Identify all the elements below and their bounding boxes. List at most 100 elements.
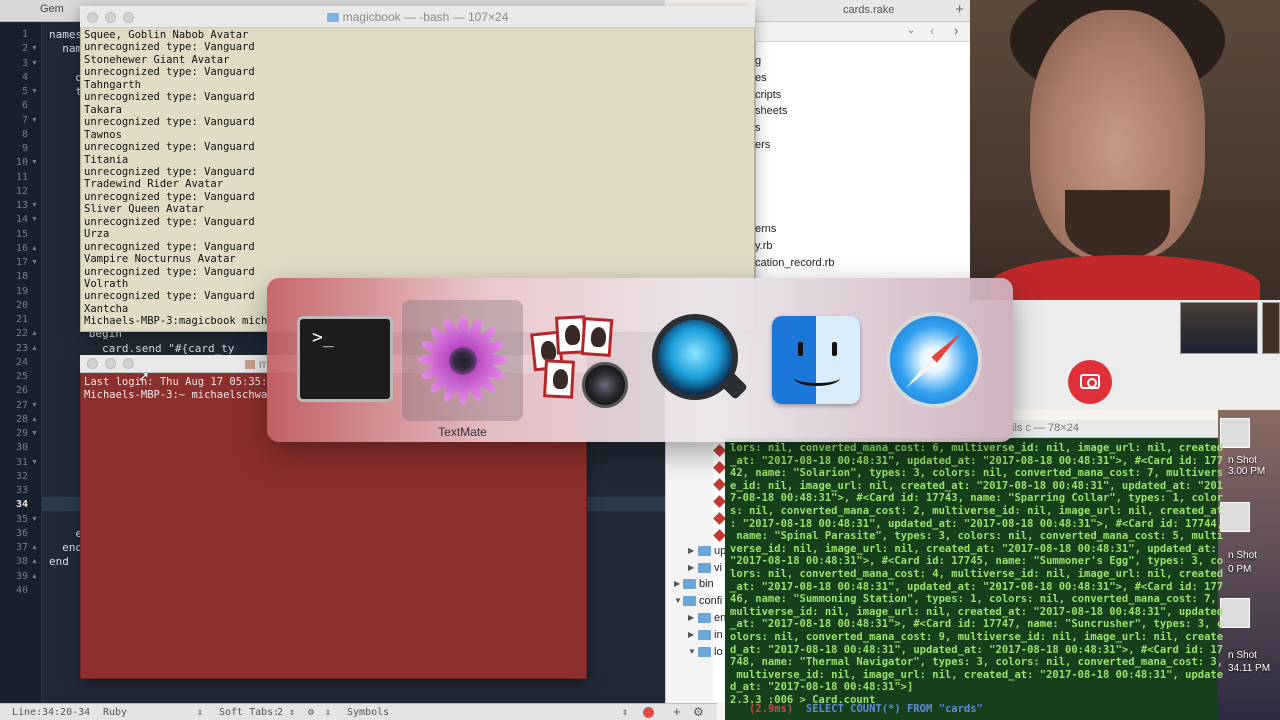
fold-down-icon[interactable]: ▼: [31, 516, 38, 523]
finder-item[interactable]: g: [755, 55, 761, 67]
forward-icon[interactable]: ›: [954, 23, 958, 38]
fold-down-icon[interactable]: ▼: [31, 216, 38, 223]
desktop-file-label[interactable]: n Shot: [1228, 455, 1257, 466]
chevron-right-icon[interactable]: ▶: [688, 630, 694, 639]
safari-icon[interactable]: [884, 310, 984, 410]
back-icon[interactable]: ‹: [930, 23, 934, 38]
desktop-file-label[interactable]: 34.11 PM: [1228, 663, 1270, 674]
fold-down-icon[interactable]: ▼: [31, 45, 38, 52]
finder-item[interactable]: ers: [755, 139, 770, 151]
chevron-updown-icon[interactable]: ⇕: [197, 707, 203, 718]
quicktime-icon[interactable]: [648, 310, 748, 410]
fold-down-icon[interactable]: ▼: [31, 117, 38, 124]
language-selector[interactable]: Ruby: [103, 707, 127, 718]
chevron-right-icon[interactable]: ▶: [688, 613, 694, 622]
finder-item[interactable]: cation_record.rb: [755, 257, 835, 269]
fold-up-icon[interactable]: ▲: [31, 330, 38, 337]
fold-up-icon[interactable]: ▲: [31, 558, 38, 565]
tab-size-selector[interactable]: 2: [277, 707, 283, 718]
screenshot-file-icon[interactable]: [1220, 502, 1250, 532]
fold-down-icon[interactable]: ▼: [31, 402, 38, 409]
code-line: names: [49, 28, 83, 41]
tab-cards-rake[interactable]: cards.rake: [843, 4, 894, 16]
fold-down-icon[interactable]: ▼: [31, 159, 38, 166]
fold-up-icon[interactable]: ▲: [31, 416, 38, 423]
desktop-file-label[interactable]: n Shot: [1228, 550, 1257, 561]
project-folder[interactable]: vi: [714, 562, 722, 574]
terminal-icon[interactable]: >_: [294, 310, 394, 410]
photo-thumbnail[interactable]: [1180, 302, 1258, 354]
fold-up-icon[interactable]: ▲: [31, 544, 38, 551]
take-photo-button[interactable]: [1068, 360, 1112, 404]
fold-down-icon[interactable]: ▼: [31, 459, 38, 466]
new-tab-icon[interactable]: +: [955, 1, 964, 18]
chevron-right-icon[interactable]: ▶: [674, 579, 680, 588]
line-number: 23: [15, 342, 28, 354]
terminal-line: Volrath: [84, 278, 129, 290]
editor-tab[interactable]: Gem: [40, 3, 64, 15]
fold-down-icon[interactable]: ▼: [31, 88, 38, 95]
line-number: 38: [15, 556, 28, 568]
desktop-file-label[interactable]: n Shot: [1228, 650, 1257, 661]
chevron-updown-icon[interactable]: ⇕: [325, 707, 331, 718]
gear-icon[interactable]: ⚙: [308, 707, 314, 718]
chevron-right-icon[interactable]: ▶: [688, 563, 694, 572]
chevron-right-icon[interactable]: ▶: [688, 546, 694, 555]
chevron-down-icon[interactable]: ⌄: [907, 25, 915, 36]
console-line: 7-08-18 00:48:31">, #<Card id: 17743, na…: [730, 492, 1224, 505]
project-folder[interactable]: in: [714, 629, 723, 641]
project-folder[interactable]: confi: [699, 595, 722, 607]
screenshot-file-icon[interactable]: [1220, 598, 1250, 628]
finder-item[interactable]: erns: [755, 223, 776, 235]
finder-icon[interactable]: [766, 310, 866, 410]
desktop-file-label[interactable]: 0 PM: [1228, 564, 1251, 575]
photo-booth-icon[interactable]: [530, 310, 630, 410]
screenshot-file-icon[interactable]: [1220, 418, 1250, 448]
add-file-icon[interactable]: +: [673, 704, 681, 719]
terminal-line: unrecognized type: Vanguard: [84, 165, 255, 178]
finder-item[interactable]: s: [755, 122, 761, 134]
cursor-position[interactable]: 34:20-34: [42, 707, 90, 718]
console-line: lors: nil, converted_mana_cost: 4, multi…: [730, 568, 1224, 580]
terminal-title-bar[interactable]: magicbook — -bash — 107×24: [80, 6, 755, 28]
close-button[interactable]: [87, 358, 98, 369]
console-line: "2017-08-18 00:48:31">, #<Card id: 17745…: [730, 555, 1224, 568]
gear-icon[interactable]: ⚙: [693, 705, 704, 719]
finder-item[interactable]: y.rb: [755, 240, 773, 252]
terminal-line: Last login: Thu Aug 17 05:35:: [84, 376, 268, 388]
chevron-updown-icon[interactable]: ⇕: [289, 707, 295, 718]
console-line: s: nil, converted_mana_cost: 2, multiver…: [730, 505, 1224, 517]
folder-icon: [698, 647, 711, 657]
chevron-updown-icon[interactable]: ⇕: [622, 707, 628, 718]
fold-up-icon[interactable]: ▲: [31, 345, 38, 352]
photo-thumbnail[interactable]: [1262, 302, 1280, 354]
fold-up-icon[interactable]: ▲: [31, 245, 38, 252]
finder-item[interactable]: cripts: [755, 89, 781, 101]
fold-up-icon[interactable]: ▲: [31, 573, 38, 580]
line-number: 37: [15, 542, 28, 553]
line-number: 9: [21, 143, 28, 154]
desktop-file-label[interactable]: 3.00 PM: [1228, 466, 1265, 477]
fold-down-icon[interactable]: ▼: [31, 430, 38, 437]
console-line: : "2017-08-18 00:48:31", updated_at: "20…: [730, 517, 1224, 530]
fold-down-icon[interactable]: ▼: [31, 259, 38, 266]
terminal-line: unrecognized type: Vanguard: [84, 240, 255, 253]
person-beard: [1065, 190, 1170, 260]
project-folder[interactable]: lo: [714, 646, 723, 658]
chevron-down-icon[interactable]: ▼: [674, 596, 682, 605]
fold-down-icon[interactable]: ▼: [31, 202, 38, 209]
fold-down-icon[interactable]: ▼: [31, 60, 38, 67]
code-line: d: [49, 70, 83, 84]
webcam-view: [970, 0, 1280, 300]
line-number: 31: [15, 456, 28, 468]
textmate-icon[interactable]: [412, 310, 512, 410]
finder-item[interactable]: es: [755, 72, 767, 84]
zoom-button[interactable]: [123, 358, 134, 369]
chevron-down-icon[interactable]: ▼: [688, 647, 696, 656]
minimize-button[interactable]: [105, 358, 116, 369]
finder-item[interactable]: sheets: [755, 105, 787, 117]
terminal-title-bar[interactable]: ils c — 78×24: [1012, 420, 1218, 438]
record-macro-icon[interactable]: [643, 707, 654, 718]
project-folder[interactable]: bin: [699, 578, 714, 590]
symbols-selector[interactable]: Symbols: [347, 707, 389, 718]
